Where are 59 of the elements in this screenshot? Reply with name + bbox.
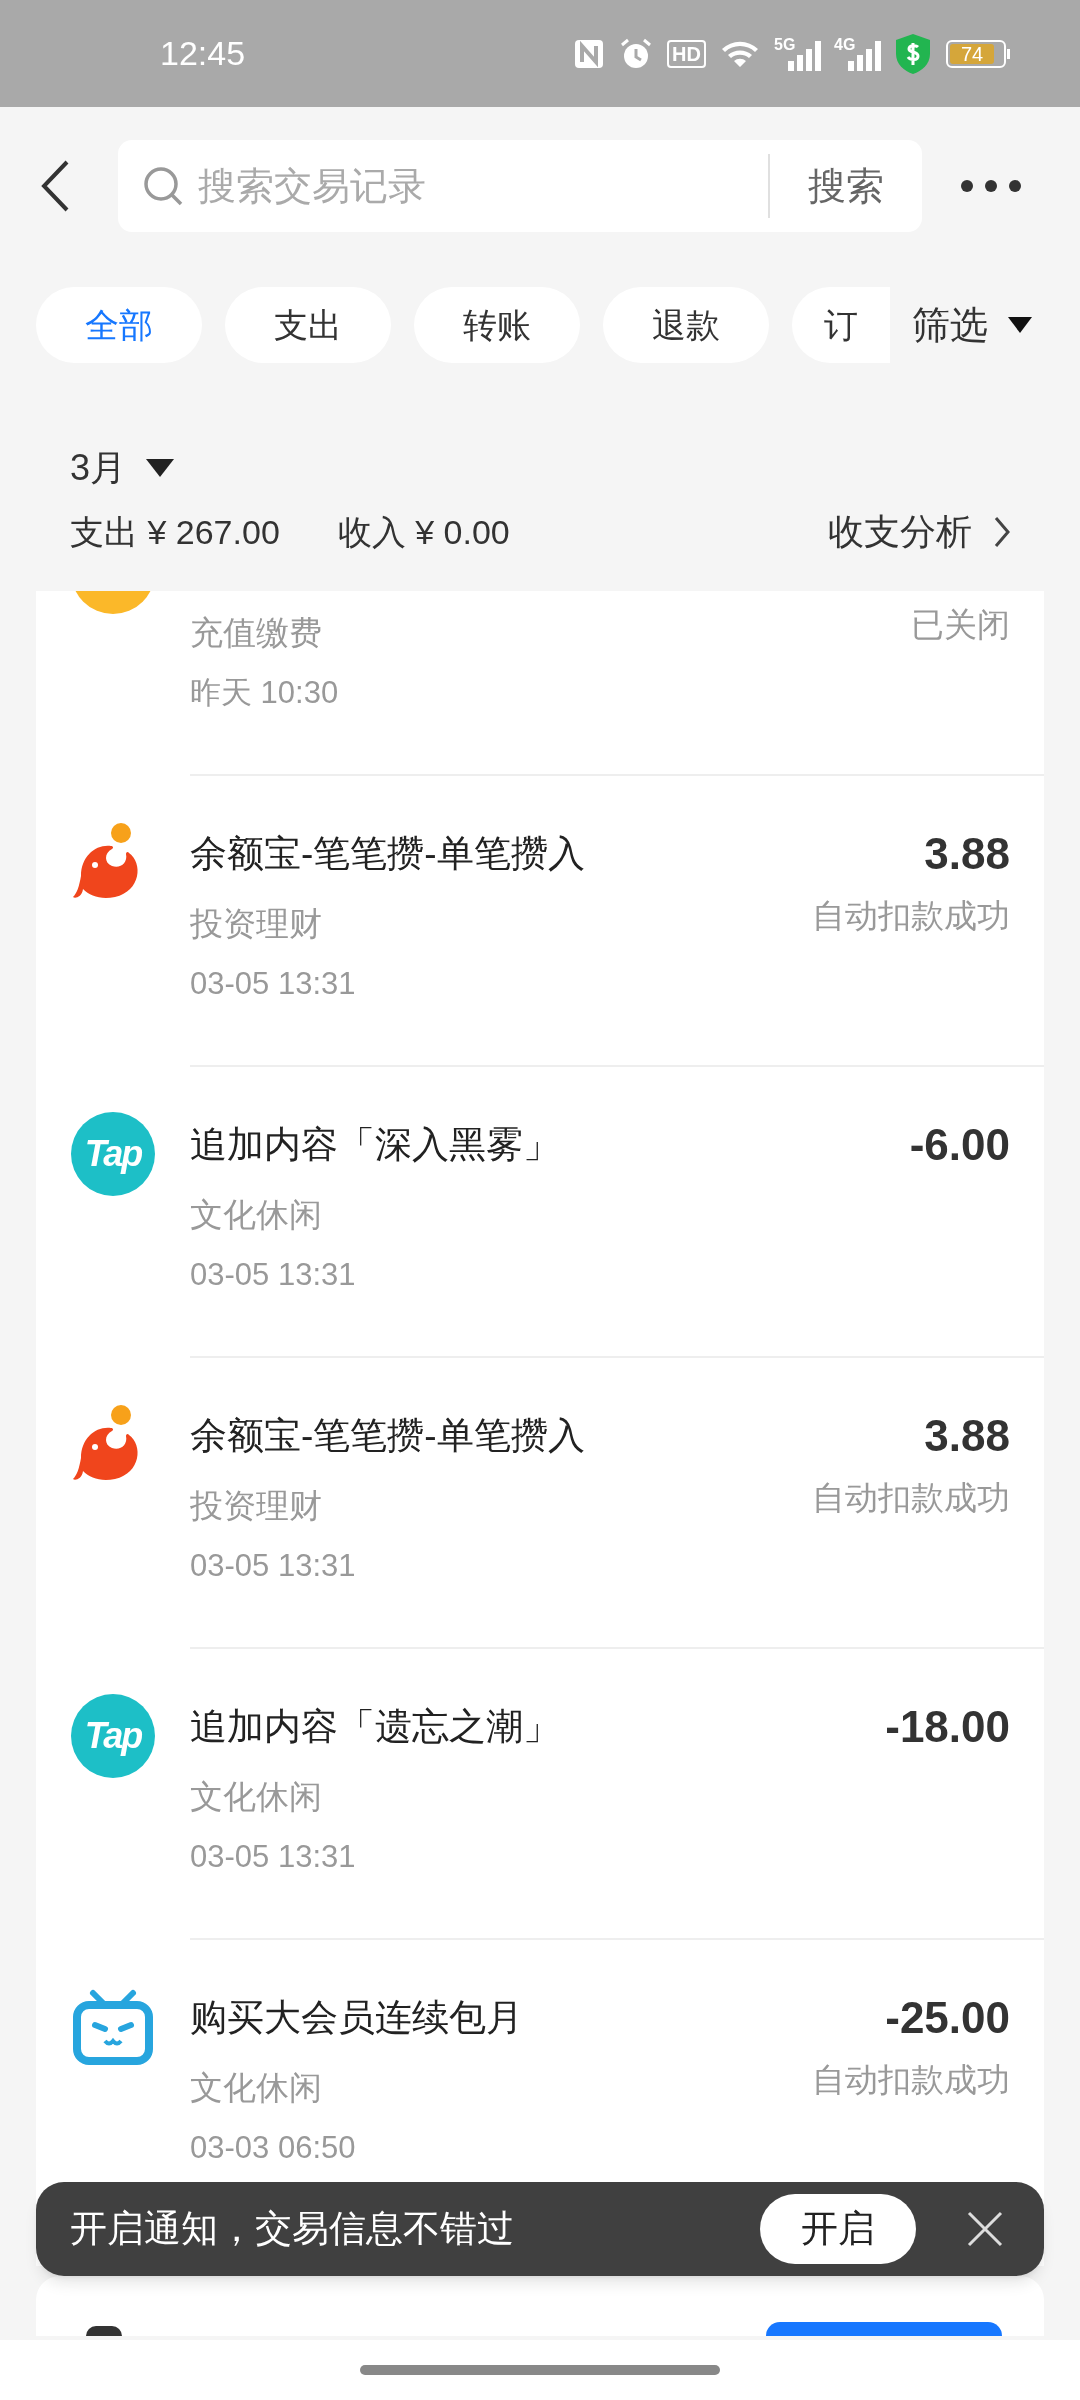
transaction-amount: -18.00 bbox=[885, 1701, 1010, 1753]
shield-icon bbox=[894, 32, 932, 75]
transaction-time: 03-05 13:31 bbox=[190, 964, 356, 1003]
transaction-category: 文化休闲 bbox=[190, 1195, 322, 1236]
chevron-right-icon bbox=[994, 516, 1010, 548]
transaction-time: 03-05 13:31 bbox=[190, 1837, 356, 1876]
transaction-category: 文化休闲 bbox=[190, 2068, 322, 2109]
close-icon[interactable] bbox=[966, 2210, 1004, 2248]
transaction-time: 03-05 13:31 bbox=[190, 1255, 356, 1294]
filter-chip[interactable]: 支出 bbox=[225, 287, 391, 363]
status-time: 12:45 bbox=[160, 33, 246, 74]
transaction-row[interactable]: Tap 追加内容「深入黑雾」 文化休闲 03-05 13:31 -6.00 bbox=[36, 1067, 1044, 1358]
income-total: 收入 ¥ 0.00 bbox=[337, 511, 510, 553]
hd-icon: HD bbox=[667, 39, 706, 68]
battery-icon: 74 bbox=[946, 39, 1006, 68]
transaction-amount: -6.00 bbox=[909, 1119, 1010, 1171]
transaction-title: 追加内容「深入黑雾」 bbox=[190, 1123, 560, 1168]
transaction-status: 已关闭 bbox=[911, 605, 1010, 646]
search-field[interactable]: 搜索交易记录 搜索 bbox=[118, 140, 922, 232]
filter-chip[interactable]: 全部 bbox=[36, 287, 202, 363]
nfc-icon bbox=[573, 37, 606, 70]
dropdown-icon bbox=[146, 459, 175, 477]
transaction-amount: -25.00 bbox=[885, 1992, 1010, 2044]
transaction-amount: 3.88 bbox=[924, 828, 1010, 880]
transaction-title: 购买大会员连续包月 bbox=[190, 1996, 523, 2041]
transaction-category: 充值缴费 bbox=[190, 613, 322, 654]
search-icon bbox=[142, 165, 184, 207]
app-logo-icon: Tap bbox=[71, 1112, 155, 1196]
app-logo-icon: Tap bbox=[71, 1694, 155, 1778]
transaction-time: 03-03 06:50 bbox=[190, 2128, 356, 2167]
transaction-title: 余额宝-笔笔攒-单笔攒入 bbox=[190, 832, 585, 877]
back-icon[interactable] bbox=[40, 159, 70, 213]
transaction-category: 文化休闲 bbox=[190, 1777, 322, 1818]
filter-chip[interactable]: 转账 bbox=[414, 287, 580, 363]
analysis-link[interactable]: 收支分析 bbox=[828, 505, 1010, 559]
transaction-row[interactable]: Tap 追加内容「遗忘之潮」 文化休闲 03-05 13:31 -18.00 bbox=[36, 1649, 1044, 1940]
transaction-category: 投资理财 bbox=[190, 1486, 322, 1527]
dropdown-icon bbox=[1008, 317, 1032, 333]
expense-total: 支出 ¥ 267.00 bbox=[70, 511, 280, 553]
action-button[interactable] bbox=[766, 2322, 1002, 2336]
transaction-time: 昨天 10:30 bbox=[190, 673, 339, 712]
filter-chip[interactable]: 退款 bbox=[603, 287, 769, 363]
alarm-icon bbox=[619, 36, 654, 71]
transaction-title: 追加内容「遗忘之潮」 bbox=[190, 1705, 560, 1750]
transaction-row[interactable]: 余额宝-笔笔攒-单笔攒入 投资理财 03-05 13:31 3.88 自动扣款成功 bbox=[36, 776, 1044, 1067]
transaction-status: 自动扣款成功 bbox=[812, 896, 1010, 937]
transaction-time: 03-05 13:31 bbox=[190, 1546, 356, 1585]
transaction-row[interactable]: 余额宝-笔笔攒-单笔攒入 投资理财 03-05 13:31 3.88 自动扣款成功 bbox=[36, 1358, 1044, 1649]
transaction-amount: 3.88 bbox=[924, 1410, 1010, 1462]
month-selector[interactable]: 3月 bbox=[70, 443, 175, 493]
transaction-category: 投资理财 bbox=[190, 904, 322, 945]
enable-button[interactable]: 开启 bbox=[760, 2194, 916, 2264]
more-icon[interactable] bbox=[960, 179, 1022, 193]
transaction-status: 自动扣款成功 bbox=[812, 2060, 1010, 2101]
search-button[interactable]: 搜索 bbox=[770, 157, 922, 215]
transaction-status: 自动扣款成功 bbox=[812, 1478, 1010, 1519]
filter-chip[interactable]: 订 bbox=[792, 287, 890, 363]
toast-message: 开启通知，交易信息不错过 bbox=[70, 2207, 514, 2252]
transaction-title: 余额宝-笔笔攒-单笔攒入 bbox=[190, 1414, 585, 1459]
